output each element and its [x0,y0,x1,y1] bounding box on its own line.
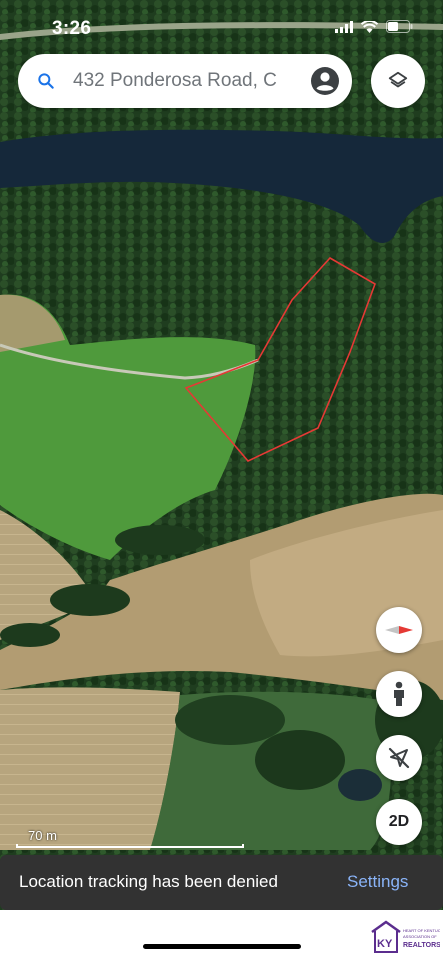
street-view-pegman-icon [394,681,404,706]
snackbar-message: Location tracking has been denied [19,872,278,891]
scale-label: 70 m [28,828,57,843]
view-mode-label: 2D [388,813,410,830]
layers-icon [388,71,408,88]
search-icon[interactable] [36,71,56,91]
my-location-button[interactable] [376,735,422,781]
status-icons [335,20,413,33]
compass-icon [385,626,413,634]
satellite-imagery [0,0,443,910]
realtor-association-logo: KY HEART OF KENTUCKY ASSOCIATION OF REAL… [371,920,440,953]
map-scale: 70 m [16,828,246,848]
search-bar[interactable]: 432 Ponderosa Road, C [18,54,352,108]
cellular-signal-icon [335,20,353,33]
street-view-button[interactable] [376,671,422,717]
location-disabled-icon [388,747,410,769]
svg-text:REALTORS: REALTORS [403,942,440,949]
battery-icon [386,20,413,33]
home-indicator[interactable] [143,944,301,949]
account-circle-icon[interactable] [310,66,340,96]
scale-bar [16,844,244,848]
layers-button[interactable] [371,54,425,108]
view-mode-button[interactable]: 2D [376,799,422,845]
svg-text:ASSOCIATION OF: ASSOCIATION OF [403,934,437,939]
snackbar: Location tracking has been denied Settin… [0,855,443,910]
wifi-icon [361,20,378,33]
svg-text:HEART OF KENTUCKY: HEART OF KENTUCKY [403,928,440,933]
bottom-area: KY HEART OF KENTUCKY ASSOCIATION OF REAL… [0,910,443,959]
search-query[interactable]: 432 Ponderosa Road, C [73,70,309,92]
settings-button[interactable]: Settings [347,872,408,892]
status-time: 3:26 [52,18,92,39]
svg-text:KY: KY [377,938,393,950]
satellite-map[interactable] [0,0,443,910]
status-bar: 3:26 [0,0,443,54]
compass-button[interactable] [376,607,422,653]
